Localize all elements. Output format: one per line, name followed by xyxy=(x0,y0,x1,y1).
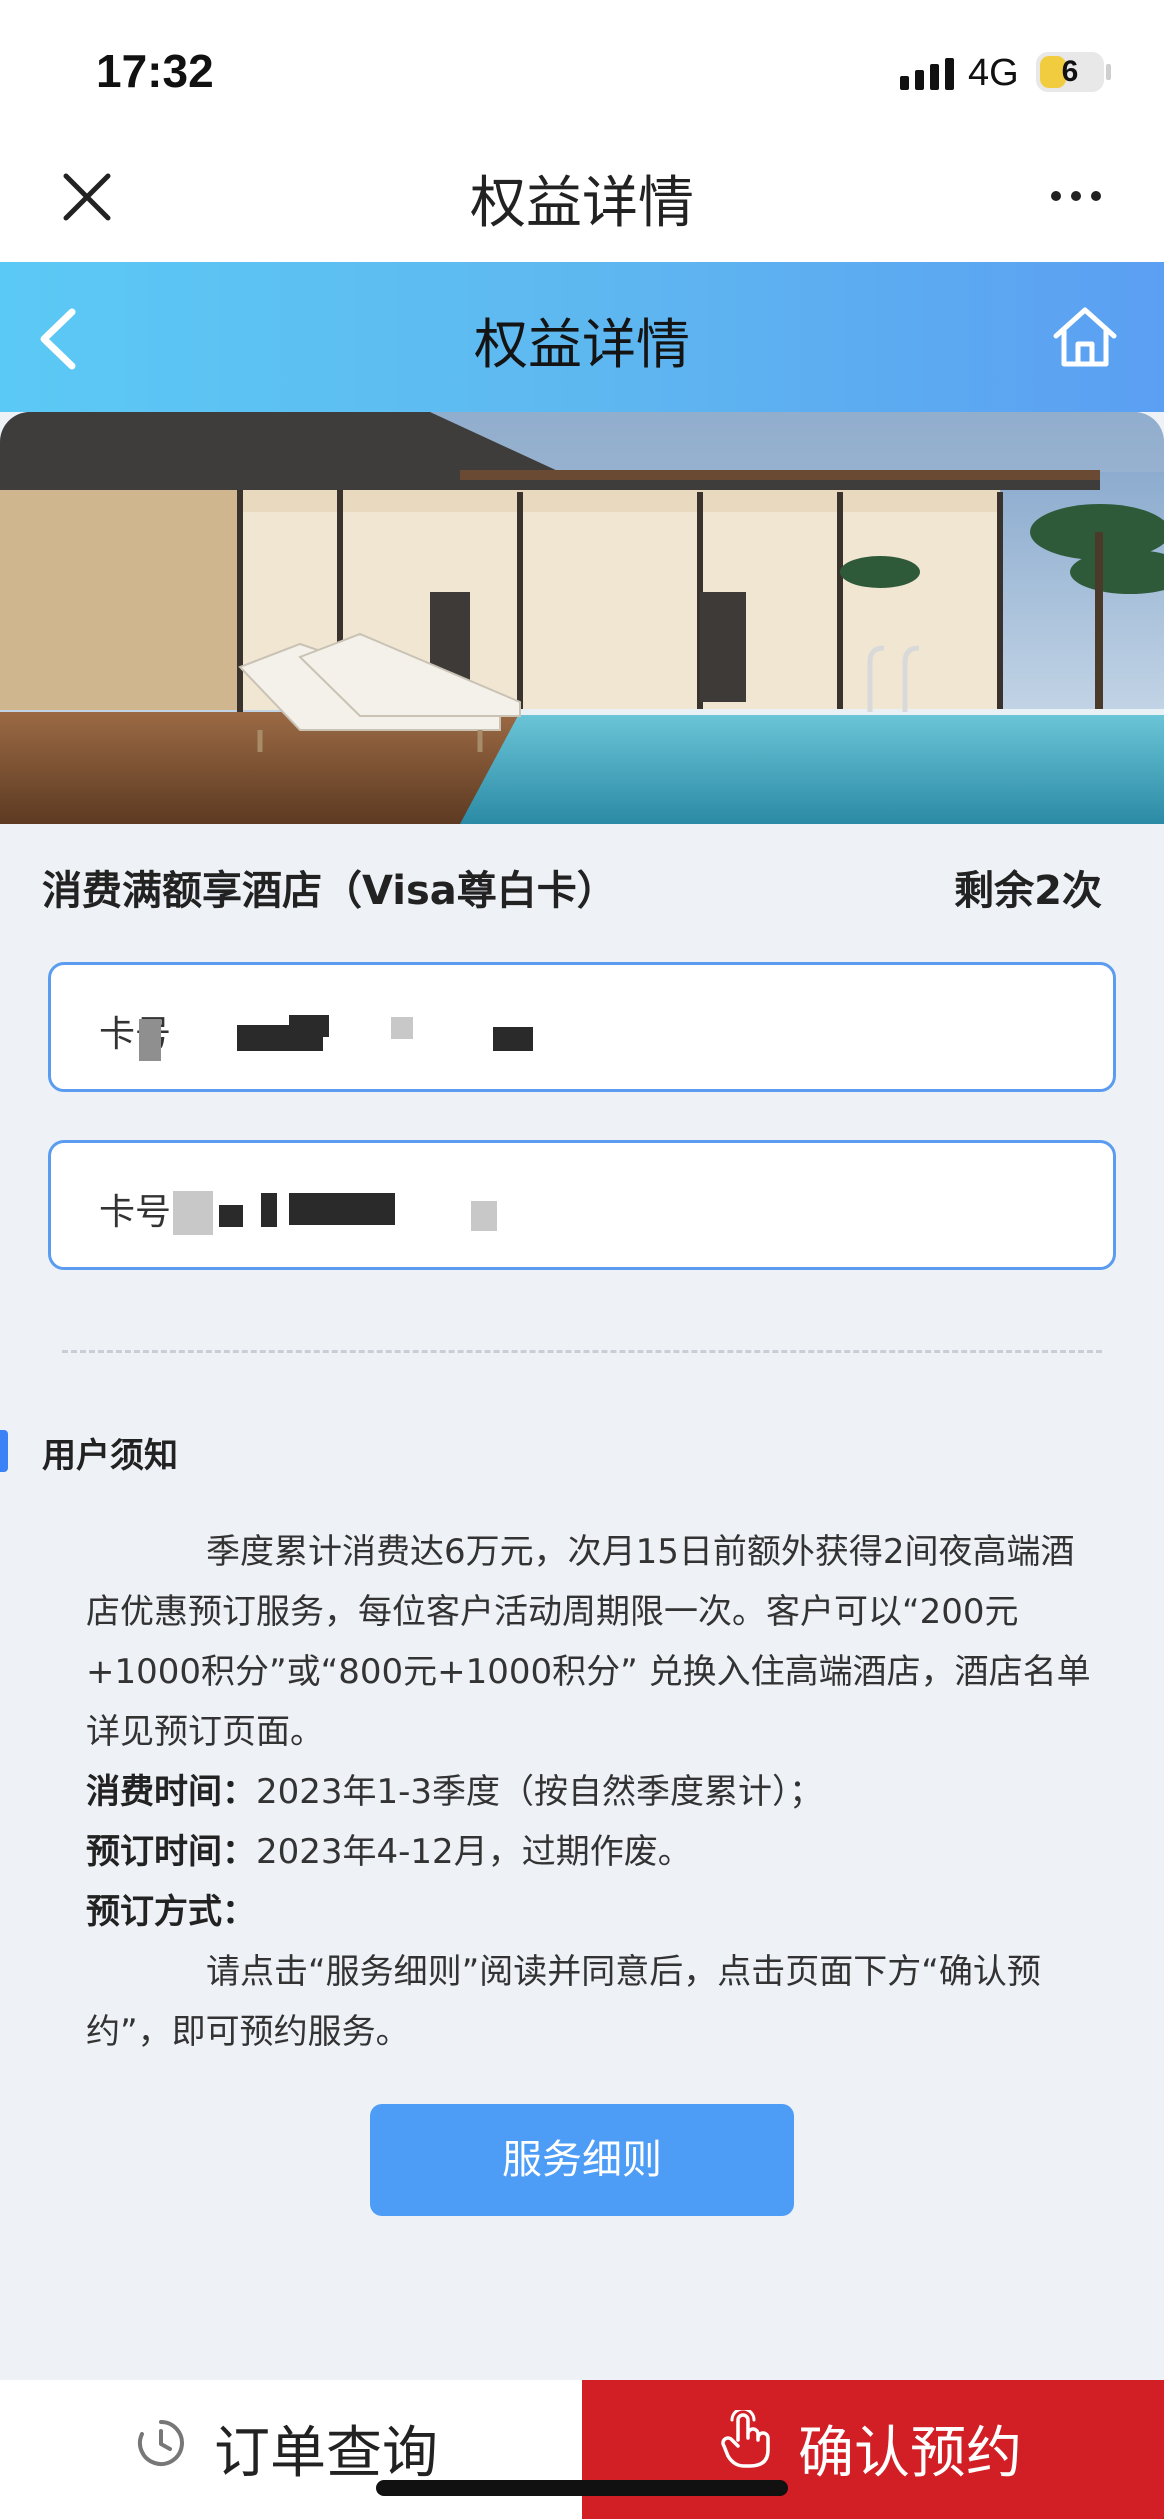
section-marker xyxy=(0,1430,8,1472)
signal-icon xyxy=(900,58,954,90)
hotel-hero-image xyxy=(0,412,1164,824)
redacted-card-number xyxy=(173,1191,213,1235)
spend-time-line: 消费时间：2023年1-3季度（按自然季度累计）； xyxy=(86,1762,1096,1822)
spend-time-label: 消费时间： xyxy=(86,1772,256,1812)
battery-icon: 6 xyxy=(1036,52,1104,92)
notice-body: 季度累计消费达6万元，次月15日前额外获得2间夜高端酒店优惠预订服务，每位客户活… xyxy=(86,1522,1096,2062)
service-rules-button[interactable]: 服务细则 xyxy=(370,2104,794,2216)
confirm-booking-label[interactable]: 确认预约 xyxy=(798,2408,1022,2489)
card-select-2[interactable]: 卡号 xyxy=(48,1140,1116,1270)
spend-time-value: 2023年1-3季度（按自然季度累计）； xyxy=(256,1772,824,1812)
network-type: 4G xyxy=(968,52,1019,94)
order-query-label[interactable]: 订单查询 xyxy=(214,2408,438,2489)
booking-time-label: 预订时间： xyxy=(86,1832,256,1872)
redacted-card-number xyxy=(391,1017,413,1039)
redacted-card-number xyxy=(219,1205,243,1227)
hand-tap-icon xyxy=(721,2410,770,2468)
notice-paragraph: 季度累计消费达6万元，次月15日前额外获得2间夜高端酒店优惠预订服务，每位客户活… xyxy=(86,1532,1091,1752)
redacted-card-number xyxy=(289,1193,395,1225)
redacted-card-number xyxy=(493,1027,533,1051)
page-title: 权益详情 xyxy=(474,313,690,376)
redacted-card-number xyxy=(261,1193,277,1227)
battery-tip xyxy=(1106,64,1111,80)
card-select-1[interactable]: 卡号 xyxy=(48,962,1116,1092)
card-number-label: 卡号 xyxy=(99,1192,172,1233)
clock-icon xyxy=(138,2420,184,2466)
home-indicator xyxy=(376,2480,788,2496)
webview-title: 权益详情 xyxy=(470,171,694,236)
notice-title: 用户须知 xyxy=(42,1436,178,1476)
booking-time-value: 2023年4-12月，过期作废。 xyxy=(256,1832,692,1872)
booking-time-line: 预订时间：2023年4-12月，过期作废。 xyxy=(86,1822,1096,1882)
redacted-card-number xyxy=(289,1015,329,1037)
section-divider xyxy=(62,1350,1102,1353)
battery-level: 6 xyxy=(1061,55,1079,88)
remaining-count: 剩余2次 xyxy=(954,868,1102,914)
status-time: 17:32 xyxy=(96,45,214,97)
redacted-card-number xyxy=(139,1019,161,1061)
redacted-card-number xyxy=(471,1201,497,1231)
notice-paragraph: 请点击“服务细则”阅读并同意后，点击页面下方“确认预约”，即可预约服务。 xyxy=(86,1952,1041,2052)
booking-method-line: 预订方式： xyxy=(86,1882,1096,1942)
more-icon[interactable] xyxy=(1048,186,1104,206)
home-icon[interactable] xyxy=(1052,304,1118,370)
booking-method-label: 预订方式： xyxy=(86,1892,256,1932)
benefit-title: 消费满额享酒店（Visa尊白卡） xyxy=(42,868,617,914)
